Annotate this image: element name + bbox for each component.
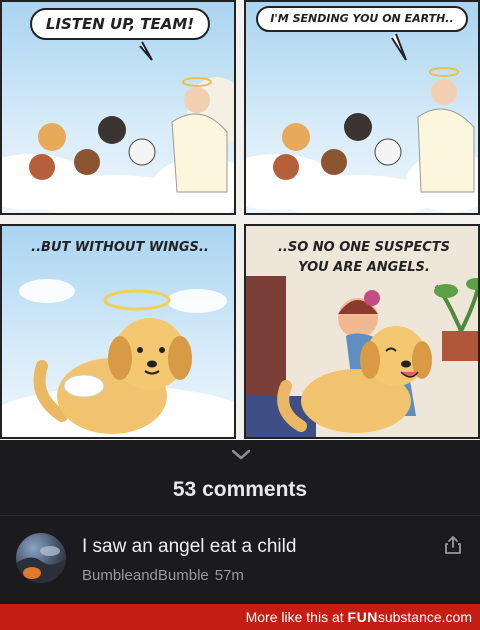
- watermark-brand: FUN: [347, 609, 378, 625]
- comment-author[interactable]: BumbleandBumble: [82, 567, 209, 584]
- comment-age: 57m: [214, 567, 244, 584]
- watermark-brand-rest: substance: [377, 609, 442, 625]
- comic-panel-3: ..BUT WITHOUT WINGS..: [0, 224, 236, 439]
- comic-image: LISTEN UP, TEAM! I'M SENDING YOU ON EART…: [0, 0, 480, 440]
- comic-illustration: [2, 41, 234, 213]
- divider: [0, 515, 480, 516]
- comic-panel-4: ..SO NO ONE SUSPECTS YOU ARE ANGELS.: [244, 224, 480, 439]
- comic-illustration: [246, 33, 478, 213]
- comment-text: I saw an angel eat a child: [82, 536, 297, 557]
- avatar-image: [16, 546, 66, 583]
- share-icon[interactable]: [444, 535, 462, 555]
- comic-illustration: [2, 279, 234, 437]
- chevron-down-icon[interactable]: [232, 450, 250, 460]
- watermark-banner: More like this at FUNsubstance.com: [0, 604, 480, 630]
- comic-panel-2: I'M SENDING YOU ON EARTH..: [244, 0, 480, 215]
- comment-count: 53 comments: [172, 478, 308, 501]
- comment-meta: BumbleandBumble 57m: [82, 567, 250, 584]
- watermark-prefix: More like this at: [245, 609, 348, 625]
- comic-illustration: [246, 276, 478, 437]
- comic-panel-1: LISTEN UP, TEAM!: [0, 0, 236, 215]
- watermark-text: More like this at FUNsubstance.com: [246, 609, 472, 625]
- watermark-domain: .com: [441, 609, 472, 625]
- avatar[interactable]: [16, 533, 66, 583]
- comments-sheet: [0, 440, 480, 630]
